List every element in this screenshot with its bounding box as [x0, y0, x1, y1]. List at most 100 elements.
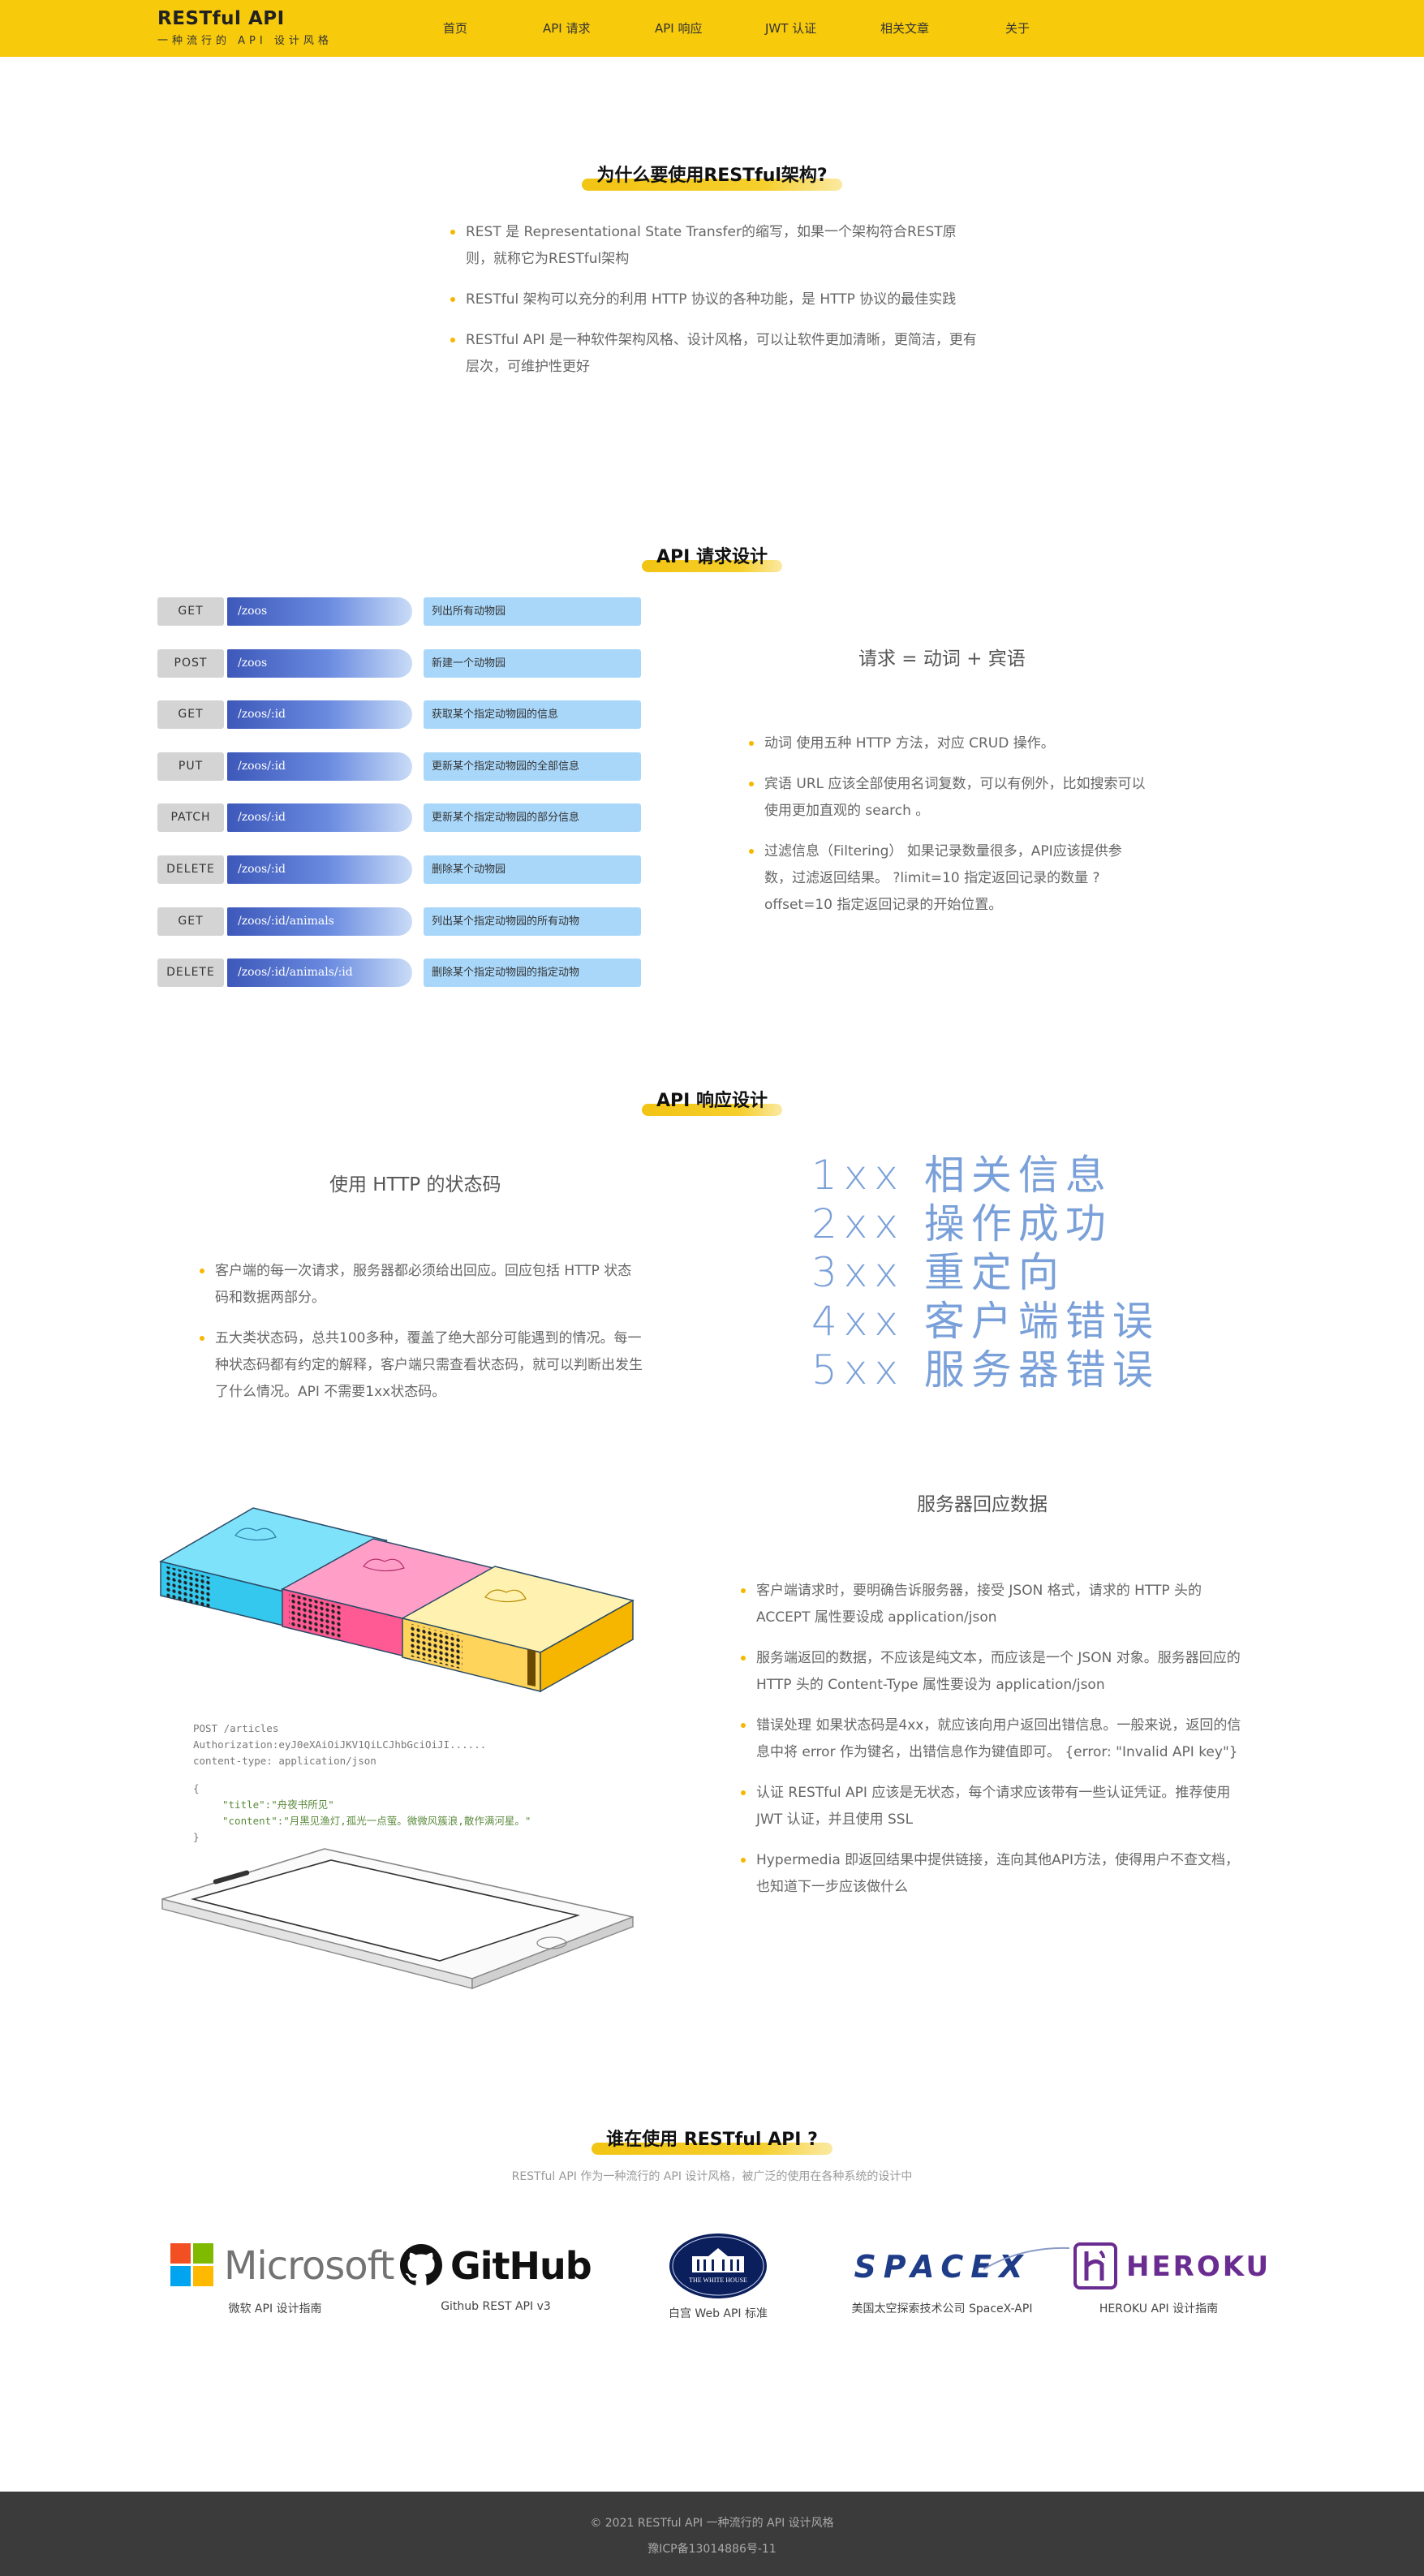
- request-code-sample: POST /articles Authorization:eyJ0eXAiOiJK…: [193, 1721, 531, 1846]
- code-line: "title":"舟夜书所见": [222, 1798, 334, 1811]
- endpoint-desc: 删除某个指定动物园的指定动物: [424, 958, 641, 988]
- svg-text:THE WHITE HOUSE: THE WHITE HOUSE: [689, 2277, 747, 2284]
- request-row: PUT /zoos/:id 更新某个指定动物园的全部信息: [157, 752, 641, 781]
- endpoint-desc: 新建一个动物园: [424, 648, 641, 678]
- why-point: RESTful API 是一种软件架构风格、设计风格，可以让软件更加清晰，更简洁…: [450, 327, 977, 381]
- response-data-note: 错误处理 如果状态码是4xx，就应该向用户返回出错信息。一般来说，返回的信息中将…: [740, 1712, 1245, 1766]
- users-section-title: 谁在使用 RESTful API ?: [0, 2125, 1424, 2155]
- server-boxes-illustration: [159, 1507, 635, 1693]
- response-title-text: API 响应设计: [642, 1086, 782, 1116]
- code-line: {: [193, 1782, 200, 1794]
- status-code-1xx: 1xx 相关信息: [811, 1152, 1112, 1199]
- logo-heroku[interactable]: HEROKU HEROKU API 设计指南: [1061, 2242, 1268, 2316]
- code-line: Authorization:eyJ0eXAiOiJKV1QiLCJhbGciOi…: [193, 1738, 487, 1751]
- spacex-logo-icon: SPACEX: [836, 2242, 1070, 2290]
- response-data-heading: 服务器回应数据: [917, 1494, 1048, 1515]
- endpoint-path: /zoos: [227, 597, 412, 626]
- endpoint-desc: 获取某个指定动物园的信息: [424, 700, 641, 730]
- request-row: GET /zoos/:id 获取某个指定动物园的信息: [157, 700, 641, 730]
- nav-home[interactable]: 首页: [443, 19, 467, 37]
- code-line: content-type: application/json: [193, 1755, 376, 1767]
- logo-white-house[interactable]: THE WHITE HOUSE 白宫 Web API 标准: [633, 2232, 803, 2321]
- endpoint-path: /zoos/:id: [227, 752, 412, 781]
- why-section-title: 为什么要使用RESTful架构?: [0, 161, 1424, 191]
- footer-icp-link[interactable]: 豫ICP备13014886号-11: [0, 2540, 1424, 2557]
- request-section-title: API 请求设计: [0, 542, 1424, 572]
- status-code-4xx: 4xx 客户端错误: [811, 1298, 1159, 1345]
- request-row: POST /zoos 新建一个动物园: [157, 648, 641, 678]
- endpoint-desc: 列出所有动物园: [424, 597, 641, 626]
- nav-api-response[interactable]: API 响应: [655, 19, 703, 37]
- github-logo-icon: GitHub: [400, 2242, 592, 2290]
- endpoint-desc: 更新某个指定动物园的全部信息: [424, 752, 641, 781]
- request-row: GET /zoos/:id/animals 列出某个指定动物园的所有动物: [157, 907, 641, 936]
- code-line: POST /articles: [193, 1722, 279, 1734]
- logo-spacex[interactable]: SPACEX 美国太空探索技术公司 SpaceX-API: [836, 2242, 1070, 2316]
- logo-caption: HEROKU API 设计指南: [1099, 2302, 1219, 2315]
- logo-caption: 微软 API 设计指南: [228, 2302, 322, 2315]
- endpoint-desc: 删除某个动物园: [424, 855, 641, 884]
- status-code-2xx: 2xx 操作成功: [811, 1200, 1112, 1247]
- logo-caption: Github REST API v3: [441, 2300, 551, 2313]
- logo-caption: 白宫 Web API 标准: [668, 2307, 768, 2320]
- nav-about[interactable]: 关于: [1005, 19, 1030, 37]
- why-title-text: 为什么要使用RESTful架构?: [582, 161, 843, 191]
- status-notes: 客户端的每一次请求，服务器都必须给出回应。回应包括 HTTP 状态码和数据两部分…: [199, 1258, 645, 1419]
- response-data-note: 服务端返回的数据，不应该是纯文本，而应该是一个 JSON 对象。服务器回应的 H…: [740, 1645, 1245, 1699]
- status-code-list: 1xx 相关信息 2xx 操作成功 3xx 重定向 4xx 客户端错误 5xx …: [811, 1151, 1159, 1394]
- footer-copyright: © 2021 RESTful API 一种流行的 API 设计风格: [590, 2517, 834, 2530]
- request-formula: 请求 = 动词 + 宾语: [858, 648, 1026, 670]
- method-badge: GET: [157, 700, 224, 730]
- request-note: 动词 使用五种 HTTP 方法，对应 CRUD 操作。: [748, 730, 1146, 757]
- response-data-note: Hypermedia 即返回结果中提供链接，连向其他API方法，使得用户不查文档…: [740, 1847, 1245, 1901]
- endpoint-path: /zoos: [227, 648, 412, 678]
- code-line: "content":"月黑见渔灯,孤光一点萤。微微风簇浪,散作满河星。": [222, 1815, 531, 1827]
- method-badge: DELETE: [157, 855, 224, 884]
- heroku-logo-icon: HEROKU: [1061, 2242, 1268, 2290]
- status-note: 五大类状态码，总共100多种，覆盖了绝大部分可能遇到的情况。每一种状态码都有约定…: [199, 1325, 645, 1406]
- method-badge: GET: [157, 907, 224, 936]
- response-data-notes: 客户端请求时，要明确告诉服务器，接受 JSON 格式，请求的 HTTP 头的 A…: [740, 1578, 1245, 1915]
- method-badge: PUT: [157, 752, 224, 781]
- endpoint-path: /zoos/:id: [227, 803, 412, 833]
- nav-jwt-auth[interactable]: JWT 认证: [765, 19, 816, 37]
- request-row: DELETE /zoos/:id 删除某个动物园: [157, 855, 641, 884]
- brand[interactable]: RESTful API 一种流行的 API 设计风格: [157, 8, 333, 47]
- white-house-seal-icon: THE WHITE HOUSE: [669, 2234, 767, 2298]
- response-data-note: 认证 RESTful API 应该是无状态，每个请求应该带有一些认证凭证。推荐使…: [740, 1780, 1245, 1833]
- brand-subtitle: 一种流行的 API 设计风格: [157, 35, 333, 47]
- request-title-text: API 请求设计: [642, 542, 782, 572]
- request-note: 过滤信息（Filtering） 如果记录数量很多，API应该提供参数，过滤返回结…: [748, 838, 1146, 919]
- request-row: GET /zoos 列出所有动物园: [157, 597, 641, 626]
- users-subtitle: RESTful API 作为一种流行的 API 设计风格，被广泛的使用在各种系统…: [511, 2170, 913, 2183]
- endpoint-path: /zoos/:id: [227, 855, 412, 884]
- endpoint-path: /zoos/:id/animals/:id: [227, 958, 412, 988]
- endpoint-path: /zoos/:id: [227, 700, 412, 730]
- endpoint-desc: 列出某个指定动物园的所有动物: [424, 907, 641, 936]
- site-footer: © 2021 RESTful API 一种流行的 API 设计风格 豫ICP备1…: [0, 2492, 1424, 2576]
- method-badge: DELETE: [157, 958, 224, 988]
- phone-illustration: [161, 1848, 634, 1990]
- request-row: PATCH /zoos/:id 更新某个指定动物园的部分信息: [157, 803, 641, 833]
- endpoint-path: /zoos/:id/animals: [227, 907, 412, 936]
- brand-title[interactable]: RESTful API: [157, 8, 333, 29]
- logo-caption: 美国太空探索技术公司 SpaceX-API: [851, 2302, 1033, 2315]
- nav-articles[interactable]: 相关文章: [880, 19, 929, 37]
- logo-microsoft[interactable]: Microsoft 微软 API 设计指南: [169, 2242, 394, 2316]
- method-badge: GET: [157, 597, 224, 626]
- logo-github[interactable]: GitHub Github REST API v3: [400, 2242, 592, 2313]
- request-note: 宾语 URL 应该全部使用名词复数，可以有例外，比如搜索可以使用更加直观的 se…: [748, 771, 1146, 825]
- request-row: DELETE /zoos/:id/animals/:id 删除某个指定动物园的指…: [157, 958, 641, 988]
- status-note: 客户端的每一次请求，服务器都必须给出回应。回应包括 HTTP 状态码和数据两部分…: [199, 1258, 645, 1312]
- nav-api-request[interactable]: API 请求: [543, 19, 591, 37]
- response-section-title: API 响应设计: [0, 1086, 1424, 1116]
- users-title-text: 谁在使用 RESTful API ?: [592, 2125, 832, 2155]
- method-badge: POST: [157, 648, 224, 678]
- response-data-note: 客户端请求时，要明确告诉服务器，接受 JSON 格式，请求的 HTTP 头的 A…: [740, 1578, 1245, 1631]
- why-list: REST 是 Representational State Transfer的缩…: [450, 219, 977, 394]
- status-code-heading: 使用 HTTP 的状态码: [329, 1174, 501, 1195]
- method-badge: PATCH: [157, 803, 224, 833]
- request-notes: 动词 使用五种 HTTP 方法，对应 CRUD 操作。 宾语 URL 应该全部使…: [748, 730, 1146, 933]
- endpoint-desc: 更新某个指定动物园的部分信息: [424, 803, 641, 833]
- site-header: RESTful API 一种流行的 API 设计风格 首页 API 请求 API…: [0, 0, 1424, 57]
